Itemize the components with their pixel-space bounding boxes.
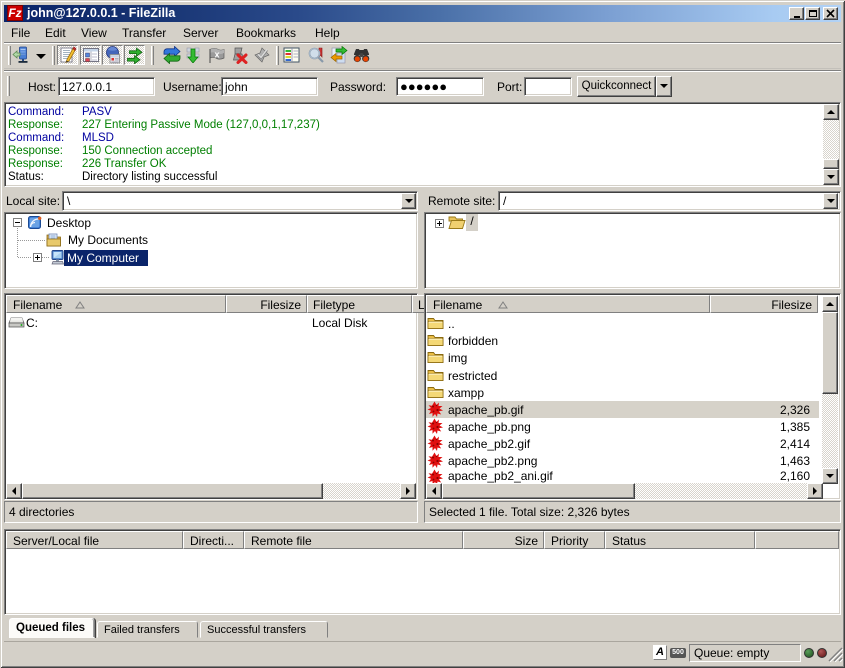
svg-text:x: x <box>214 50 219 60</box>
